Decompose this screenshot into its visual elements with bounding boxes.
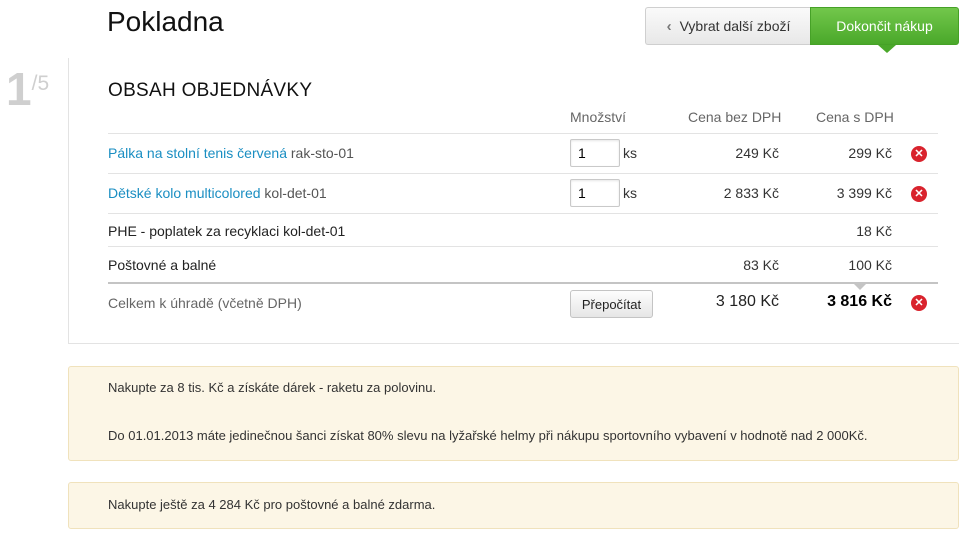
chevron-left-icon: ‹: [666, 17, 672, 35]
product-code: rak-sto-01: [290, 145, 354, 161]
shipping-label: Poštovné a balné: [108, 257, 217, 273]
promo-text-2: Do 01.01.2013 máte jedinečnou šanci získ…: [108, 428, 868, 443]
shipping-notice: Nakupte ještě za 4 284 Kč pro poštovné a…: [68, 482, 959, 529]
fee-label: PHE - poplatek za recyklaci kol-det-01: [108, 223, 346, 239]
table-row: PHE - poplatek za recyklaci kol-det-01 1…: [108, 214, 938, 247]
table-row: Pálka na stolní tenis červená rak-sto-01…: [108, 134, 938, 174]
remove-icon[interactable]: ✕: [911, 146, 927, 162]
finish-order-button[interactable]: Dokončit nákup: [810, 7, 959, 45]
step-current: 1: [6, 63, 32, 115]
remove-icon[interactable]: ✕: [911, 295, 927, 311]
finish-button-pointer: [878, 45, 896, 53]
total-price-vat: 3 816 Kč: [827, 293, 892, 310]
price-vat: 3 399 Kč: [836, 185, 892, 201]
quantity-unit: ks: [623, 185, 637, 201]
step-total: 5: [37, 72, 50, 95]
step-indicator: 1/5: [6, 66, 49, 112]
total-price-no-vat: 3 180 Kč: [715, 293, 779, 310]
product-link[interactable]: Pálka na stolní tenis červená: [108, 145, 287, 161]
remove-icon[interactable]: ✕: [911, 186, 927, 202]
quantity-input[interactable]: [570, 179, 620, 207]
price-vat: 299 Kč: [848, 145, 892, 161]
order-section-title: OBSAH OBJEDNÁVKY: [108, 80, 313, 101]
fee-price-vat: 18 Kč: [856, 223, 892, 239]
promo-text-1: Nakupte za 8 tis. Kč a získáte dárek - r…: [108, 380, 437, 395]
shipping-notice-text: Nakupte ještě za 4 284 Kč pro poštovné a…: [108, 497, 436, 512]
continue-shopping-button[interactable]: ‹ Vybrat další zboží: [645, 7, 811, 45]
shipping-price-no-vat: 83 Kč: [743, 257, 779, 273]
promo-notice: Nakupte za 8 tis. Kč a získáte dárek - r…: [68, 366, 959, 461]
page-title: Pokladna: [107, 6, 224, 37]
recalculate-button[interactable]: Přepočítat: [570, 290, 653, 318]
finish-order-label: Dokončit nákup: [836, 18, 933, 34]
total-row: Celkem k úhradě (včetně DPH) 3 180 Kč 3 …: [108, 284, 938, 324]
column-price-no-vat: Cena bez DPH: [688, 109, 782, 125]
continue-shopping-label: Vybrat další zboží: [679, 18, 791, 34]
table-row: Poštovné a balné 83 Kč 100 Kč: [108, 247, 938, 282]
column-price-vat: Cena s DPH: [816, 109, 894, 125]
quantity-unit: ks: [623, 145, 637, 161]
price-no-vat: 249 Kč: [735, 145, 779, 161]
product-link[interactable]: Dětské kolo multicolored: [108, 185, 261, 201]
shipping-price-vat: 100 Kč: [848, 257, 892, 273]
table-row: Dětské kolo multicolored kol-det-01 ks 2…: [108, 174, 938, 214]
column-quantity: Množství: [570, 109, 627, 125]
price-no-vat: 2 833 Kč: [723, 185, 779, 201]
quantity-input[interactable]: [570, 139, 620, 167]
total-label: Celkem k úhradě (včetně DPH): [108, 295, 302, 311]
product-code: kol-det-01: [264, 185, 327, 201]
